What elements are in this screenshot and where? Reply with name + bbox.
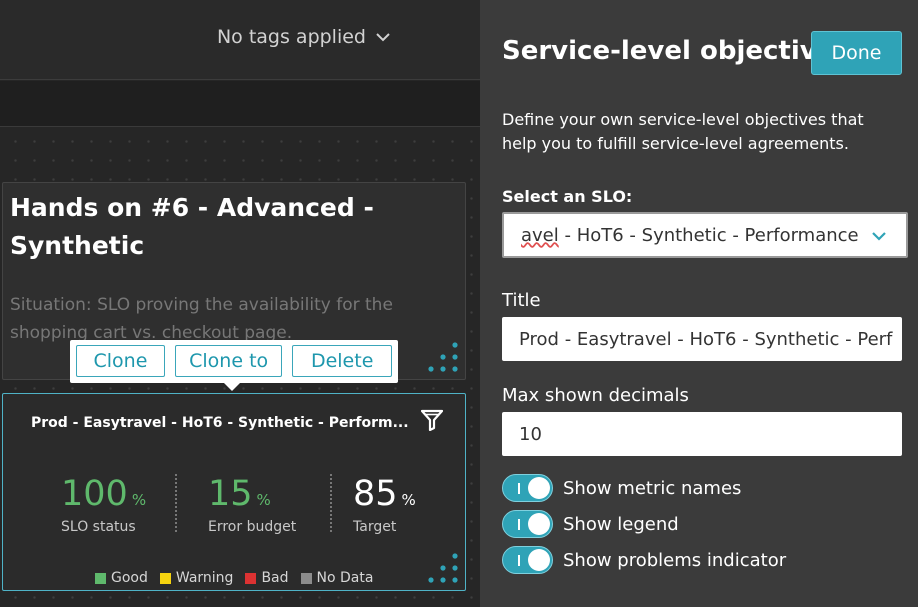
toggle-label: Show legend [563, 513, 679, 535]
panel-description: Define your own service-level objectives… [502, 110, 864, 153]
slo-select-value-prefix: avel [521, 224, 559, 246]
metric-unit: % [256, 491, 271, 509]
metric-names-toggle[interactable] [502, 474, 553, 502]
metric-unit: % [401, 491, 416, 509]
chevron-down-icon [376, 33, 390, 42]
metric-label: SLO status [61, 519, 136, 535]
toggle-label: Show problems indicator [563, 549, 787, 571]
slo-select-value: - HoT6 - Synthetic - Performance [558, 224, 859, 246]
slo-select[interactable]: avel - HoT6 - Synthetic - Performance [502, 212, 908, 258]
dashboard-header: No tags applied [0, 0, 480, 80]
metric-label: Target [353, 519, 397, 535]
legend-swatch [300, 572, 312, 584]
title-input[interactable]: Prod - Easytravel - HoT6 - Synthetic - P… [502, 317, 902, 361]
chevron-down-icon [872, 232, 886, 241]
toggle-row-metric-names: Show metric names [502, 474, 741, 502]
metric-label: Error budget [208, 519, 297, 535]
markdown-title: Hands on #6 - Advanced - Synthetic [10, 193, 374, 260]
slo-tile[interactable]: Prod - Easytravel - HoT6 - Synthetic - P… [2, 393, 466, 591]
toggle-row-problems-indicator: Show problems indicator [502, 546, 786, 574]
decimals-label: Max shown decimals [502, 385, 689, 406]
delete-button[interactable]: Delete [292, 345, 392, 377]
panel-title: Service-level objective [502, 36, 835, 66]
metric-slo-status: 100% SLO status [61, 474, 146, 535]
toggle-row-legend: Show legend [502, 510, 679, 538]
legend-label: Warning [175, 570, 234, 586]
divider [330, 474, 332, 532]
legend-label: Bad [261, 570, 289, 586]
legend-item-bad: Bad [245, 570, 289, 586]
metric-error-budget: 15% Error budget [208, 474, 296, 535]
metric-value: 85 [353, 474, 398, 514]
tags-dropdown[interactable]: No tags applied [217, 26, 390, 48]
filter-icon[interactable] [421, 409, 443, 431]
decimals-input[interactable]: 10 [502, 412, 902, 456]
legend-swatch [95, 572, 106, 584]
select-slo-label: Select an SLO: [502, 187, 633, 206]
legend-item-no-data: No Data [300, 570, 374, 586]
metric-value: 15 [208, 474, 253, 514]
resize-grip-icon[interactable] [425, 339, 461, 375]
metric-unit: % [131, 491, 147, 509]
clone-to-button[interactable]: Clone to [174, 345, 283, 377]
clone-button[interactable]: Clone [76, 345, 165, 377]
markdown-text: Situation: SLO proving the availability … [10, 295, 393, 343]
legend-swatch [159, 572, 171, 584]
metric-target: 85% Target [353, 474, 416, 535]
dashboard-area: No tags applied Hands on #6 - Advanced -… [0, 0, 480, 607]
title-label: Title [502, 290, 541, 311]
resize-grip-icon[interactable] [425, 550, 461, 586]
slo-tile-title: Prod - Easytravel - HoT6 - Synthetic - P… [31, 415, 409, 431]
legend-item-warning: Warning [159, 570, 234, 586]
legend-label: No Data [316, 570, 374, 586]
legend-toggle[interactable] [502, 510, 553, 538]
toggle-label: Show metric names [563, 477, 742, 499]
done-button[interactable]: Done [811, 31, 902, 75]
settings-panel: Service-level objective Done Define your… [480, 0, 918, 607]
slo-legend: Good Warning Bad No Data [95, 570, 373, 586]
problems-indicator-toggle[interactable] [502, 546, 553, 574]
dashboard-toolbar [0, 81, 480, 127]
metric-value: 100 [61, 474, 128, 514]
divider [175, 474, 177, 532]
tile-context-menu: Clone Clone to Delete [70, 340, 398, 391]
tags-label: No tags applied [216, 26, 366, 48]
legend-item-good: Good [95, 570, 148, 586]
legend-label: Good [111, 570, 148, 586]
legend-swatch [245, 572, 257, 584]
